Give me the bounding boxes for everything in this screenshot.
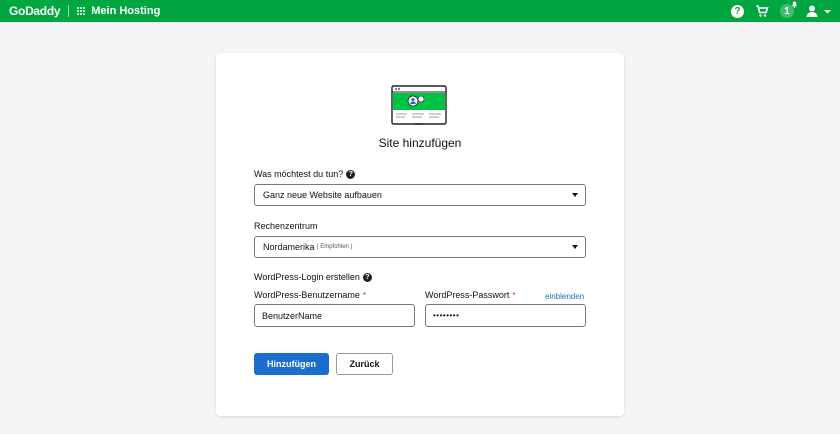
top-navigation-bar: GoDaddy Mein Hosting ? 1 bbox=[0, 0, 840, 22]
caret-down-icon bbox=[572, 245, 578, 249]
user-icon[interactable] bbox=[805, 4, 819, 18]
notification-count: 1 bbox=[784, 5, 790, 17]
godaddy-logo[interactable]: GoDaddy bbox=[9, 4, 61, 18]
apps-grid-icon[interactable] bbox=[77, 6, 86, 16]
username-label-row: WordPress-Benutzername * bbox=[254, 290, 366, 300]
chevron-down-icon[interactable] bbox=[823, 7, 832, 16]
add-site-card: Site hinzufügen Was möchtest du tun? ? G… bbox=[216, 53, 624, 416]
add-button[interactable]: Hinzufügen bbox=[254, 353, 329, 375]
header-actions: ? 1 bbox=[731, 0, 832, 22]
goal-help-icon[interactable]: ? bbox=[346, 169, 356, 179]
bell-icon bbox=[791, 1, 798, 8]
page-title: Site hinzufügen bbox=[378, 136, 462, 150]
required-mark: * bbox=[362, 290, 367, 300]
datacenter-select-value: Nordamerika bbox=[263, 242, 315, 252]
password-label: WordPress-Passwort bbox=[425, 290, 510, 300]
show-password-link[interactable]: einblenden bbox=[545, 292, 584, 301]
username-label: WordPress-Benutzername bbox=[254, 290, 360, 300]
password-value: •••••••• bbox=[433, 311, 460, 320]
datacenter-select[interactable]: Nordamerika ( Empfohlen ) bbox=[254, 236, 586, 258]
goal-select-value: Ganz neue Website aufbauen bbox=[263, 190, 382, 200]
notifications-button[interactable]: 1 bbox=[780, 1, 798, 18]
cart-icon[interactable] bbox=[755, 4, 769, 18]
recommended-hint: ( Empfohlen ) bbox=[316, 244, 353, 250]
header-divider bbox=[68, 5, 70, 17]
caret-down-icon bbox=[572, 193, 578, 197]
wp-login-label-row: WordPress-Login erstellen ? bbox=[254, 272, 372, 282]
goal-label-row: Was möchtest du tun? ? bbox=[254, 169, 356, 179]
password-label-row: WordPress-Passwort * bbox=[425, 290, 515, 300]
datacenter-label: Rechenzentrum bbox=[254, 221, 318, 231]
website-illustration-icon bbox=[391, 85, 447, 125]
wp-login-label: WordPress-Login erstellen bbox=[254, 272, 360, 282]
username-input[interactable]: BenutzerName bbox=[254, 304, 415, 327]
my-hosting-link[interactable]: Mein Hosting bbox=[91, 5, 160, 17]
goal-select[interactable]: Ganz neue Website aufbauen bbox=[254, 184, 586, 206]
required-mark: * bbox=[512, 290, 516, 300]
back-button[interactable]: Zurück bbox=[336, 353, 393, 375]
goal-label: Was möchtest du tun? bbox=[254, 169, 344, 179]
wp-login-help-icon[interactable]: ? bbox=[362, 272, 372, 282]
datacenter-label-row: Rechenzentrum bbox=[254, 221, 318, 231]
username-value: BenutzerName bbox=[262, 310, 323, 321]
password-input[interactable]: •••••••• bbox=[425, 304, 586, 327]
help-icon[interactable]: ? bbox=[731, 4, 744, 18]
